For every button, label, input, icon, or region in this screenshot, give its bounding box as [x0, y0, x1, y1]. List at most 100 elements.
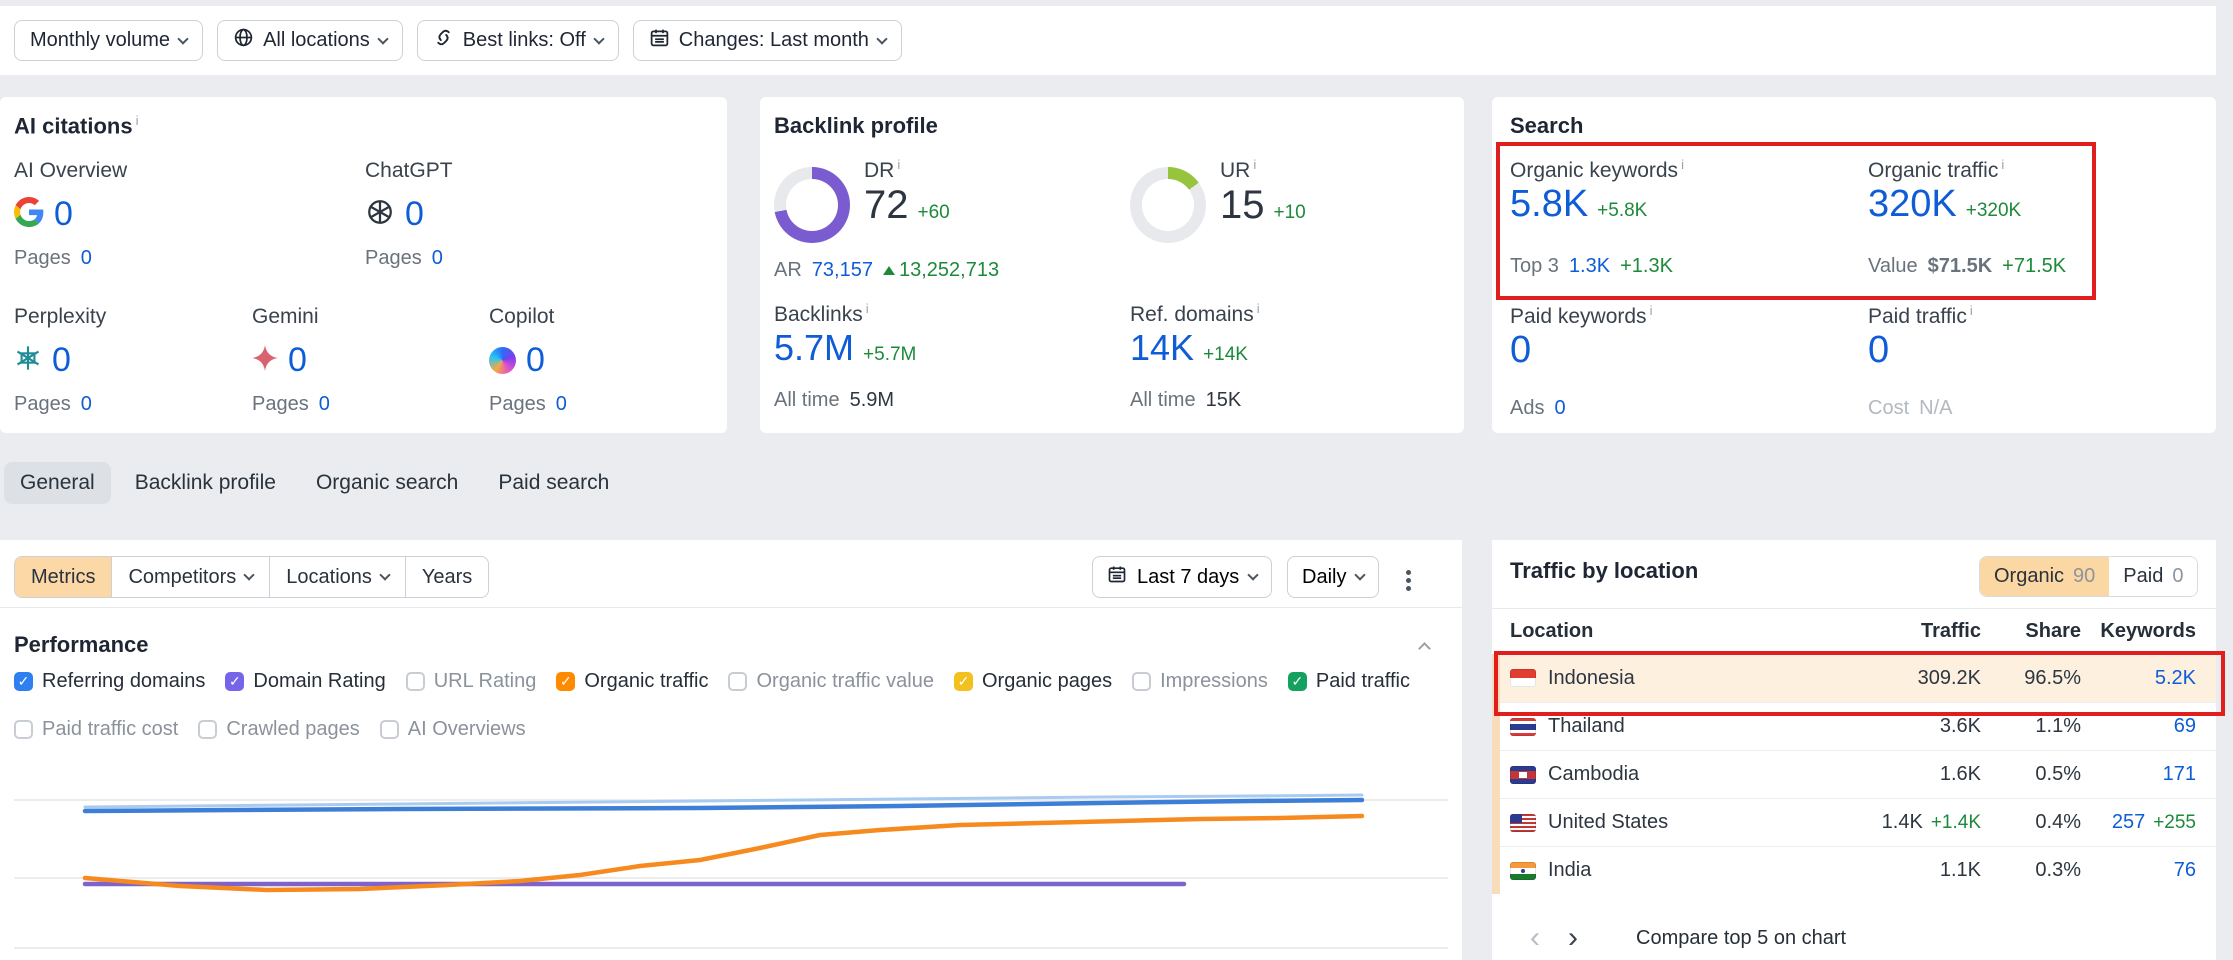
checkbox-checked-icon: ✓	[556, 672, 575, 691]
metric-checkbox-referring-domains[interactable]: ✓Referring domains	[14, 670, 205, 693]
column-traffic[interactable]: Traffic	[1796, 620, 1981, 643]
chatgpt-value[interactable]: 0	[405, 195, 424, 234]
pages-value-link[interactable]: 0	[81, 393, 92, 416]
next-page-arrow[interactable]: ›	[1562, 923, 1584, 953]
table-row-india[interactable]: India 1.1K 0.3% 76	[1492, 846, 2216, 894]
tab-paid-search[interactable]: Paid search	[482, 462, 625, 504]
perplexity-value[interactable]: 0	[52, 341, 71, 380]
info-icon[interactable]: i	[897, 157, 900, 172]
pages-value-link[interactable]: 0	[319, 393, 330, 416]
keywords-cell-link[interactable]: 76	[2081, 859, 2196, 882]
table-row-thailand[interactable]: Thailand 3.6K 1.1% 69	[1492, 702, 2216, 750]
toggle-organic[interactable]: Organic90	[1980, 557, 2109, 596]
segment-competitors[interactable]: Competitors	[111, 557, 269, 597]
checkbox-checked-icon: ✓	[225, 672, 244, 691]
ai-overview-value[interactable]: 0	[54, 195, 73, 234]
share-cell: 0.5%	[1981, 763, 2081, 786]
organic-keywords-value-link[interactable]: 5.8K	[1510, 183, 1588, 226]
organic-traffic-value-link[interactable]: 320K	[1868, 183, 1957, 226]
keywords-cell-link[interactable]: 257+255	[2081, 811, 2196, 834]
segment-years[interactable]: Years	[405, 557, 488, 597]
selected-rows-accent-strip	[1492, 654, 1500, 894]
metric-checkbox-paid-traffic-cost[interactable]: Paid traffic cost	[14, 718, 178, 741]
location-name: Thailand	[1548, 715, 1625, 738]
info-icon[interactable]: i	[1257, 301, 1260, 316]
info-icon[interactable]: i	[136, 113, 139, 128]
ar-label: AR	[774, 259, 802, 282]
top3-label: Top 3	[1510, 255, 1559, 278]
info-icon[interactable]: i	[1681, 157, 1684, 172]
info-icon[interactable]: i	[2001, 157, 2004, 172]
metric-checkbox-domain-rating[interactable]: ✓Domain Rating	[225, 670, 385, 693]
paid-keywords-value-link[interactable]: 0	[1510, 329, 1531, 372]
best-links-dropdown[interactable]: Best links: Off	[417, 20, 619, 61]
top3-value-link[interactable]: 1.3K	[1569, 255, 1610, 278]
ar-value-link[interactable]: 73,157	[812, 259, 873, 282]
checkbox-unchecked-icon	[380, 720, 399, 739]
flag-cambodia-icon	[1510, 766, 1536, 784]
ref-domains-value-link[interactable]: 14K	[1130, 327, 1194, 369]
granularity-dropdown[interactable]: Daily	[1287, 556, 1379, 598]
changes-dropdown[interactable]: Changes: Last month	[633, 20, 902, 61]
column-share[interactable]: Share	[1981, 620, 2081, 643]
monthly-volume-dropdown[interactable]: Monthly volume	[14, 20, 203, 61]
all-locations-dropdown[interactable]: All locations	[217, 20, 403, 61]
info-icon[interactable]: i	[866, 301, 869, 316]
ads-value-link[interactable]: 0	[1554, 397, 1565, 420]
best-links-label: Best links: Off	[463, 29, 586, 52]
backlinks-value-link[interactable]: 5.7M	[774, 327, 854, 369]
tab-organic-search[interactable]: Organic search	[300, 462, 474, 504]
copilot-icon	[489, 347, 516, 374]
all-locations-label: All locations	[263, 29, 370, 52]
tab-backlink-profile[interactable]: Backlink profile	[119, 462, 292, 504]
column-location[interactable]: Location	[1510, 620, 1796, 643]
tab-general[interactable]: General	[4, 462, 111, 504]
top3-change: +1.3K	[1620, 255, 1673, 278]
granularity-label: Daily	[1302, 566, 1346, 589]
backlinks-label: Backlinksi	[774, 301, 869, 327]
checkbox-checked-icon: ✓	[1288, 672, 1307, 691]
organic-traffic-label: Organic traffici	[1868, 157, 2004, 183]
dr-value: 72	[864, 183, 909, 228]
metric-checkbox-organic-traffic[interactable]: ✓Organic traffic	[556, 670, 708, 693]
alltime-label: All time	[1130, 389, 1196, 412]
table-row-indonesia[interactable]: Indonesia 309.2K 96.5% 5.2K	[1492, 654, 2216, 702]
info-icon[interactable]: i	[1253, 157, 1256, 172]
segment-locations[interactable]: Locations	[269, 557, 405, 597]
date-range-dropdown[interactable]: Last 7 days	[1092, 556, 1272, 598]
perplexity-label: Perplexity	[14, 305, 106, 329]
previous-page-arrow[interactable]: ‹	[1524, 923, 1546, 953]
metric-checkbox-organic-pages[interactable]: ✓Organic pages	[954, 670, 1112, 693]
metric-checkbox-ai-overviews[interactable]: AI Overviews	[380, 718, 526, 741]
metric-checkbox-paid-traffic[interactable]: ✓Paid traffic	[1288, 670, 1410, 693]
keywords-cell-link[interactable]: 5.2K	[2081, 667, 2196, 690]
metric-checkbox-url-rating[interactable]: URL Rating	[406, 670, 537, 693]
info-icon[interactable]: i	[1970, 303, 1973, 318]
compare-top5-button[interactable]: Compare top 5 on chart	[1636, 927, 1846, 950]
info-icon[interactable]: i	[1650, 303, 1653, 318]
column-keywords[interactable]: Keywords	[2081, 620, 2196, 643]
checkbox-unchecked-icon	[406, 672, 425, 691]
segment-metrics[interactable]: Metrics	[15, 557, 111, 597]
metric-checkbox-impressions[interactable]: Impressions	[1132, 670, 1268, 693]
gemini-value[interactable]: 0	[288, 341, 307, 380]
keywords-cell-link[interactable]: 171	[2081, 763, 2196, 786]
keywords-cell-link[interactable]: 69	[2081, 715, 2196, 738]
more-options-kebab-menu[interactable]	[1406, 567, 1411, 594]
metric-checkbox-organic-traffic-value[interactable]: Organic traffic value	[728, 670, 934, 693]
toggle-paid[interactable]: Paid0	[2109, 557, 2197, 596]
dr-label: DRi	[864, 157, 900, 183]
collapse-chevron-up-icon[interactable]	[1418, 642, 1431, 655]
pages-value-link[interactable]: 0	[81, 247, 92, 270]
paid-traffic-value-link[interactable]: 0	[1868, 329, 1889, 372]
filters-toolbar: Monthly volume All locations Best links:…	[0, 6, 2216, 75]
table-row-cambodia[interactable]: Cambodia 1.6K 0.5% 171	[1492, 750, 2216, 798]
copilot-block: Copilot 0 Pages0	[489, 305, 567, 416]
traffic-cell: 1.6K	[1796, 763, 1981, 786]
table-row-united-states[interactable]: United States 1.4K+1.4K 0.4% 257+255	[1492, 798, 2216, 846]
pages-value-link[interactable]: 0	[556, 393, 567, 416]
traffic-table-header: Location Traffic Share Keywords	[1492, 620, 2216, 643]
copilot-value[interactable]: 0	[526, 341, 545, 380]
pages-value-link[interactable]: 0	[432, 247, 443, 270]
metric-checkbox-crawled-pages[interactable]: Crawled pages	[198, 718, 359, 741]
